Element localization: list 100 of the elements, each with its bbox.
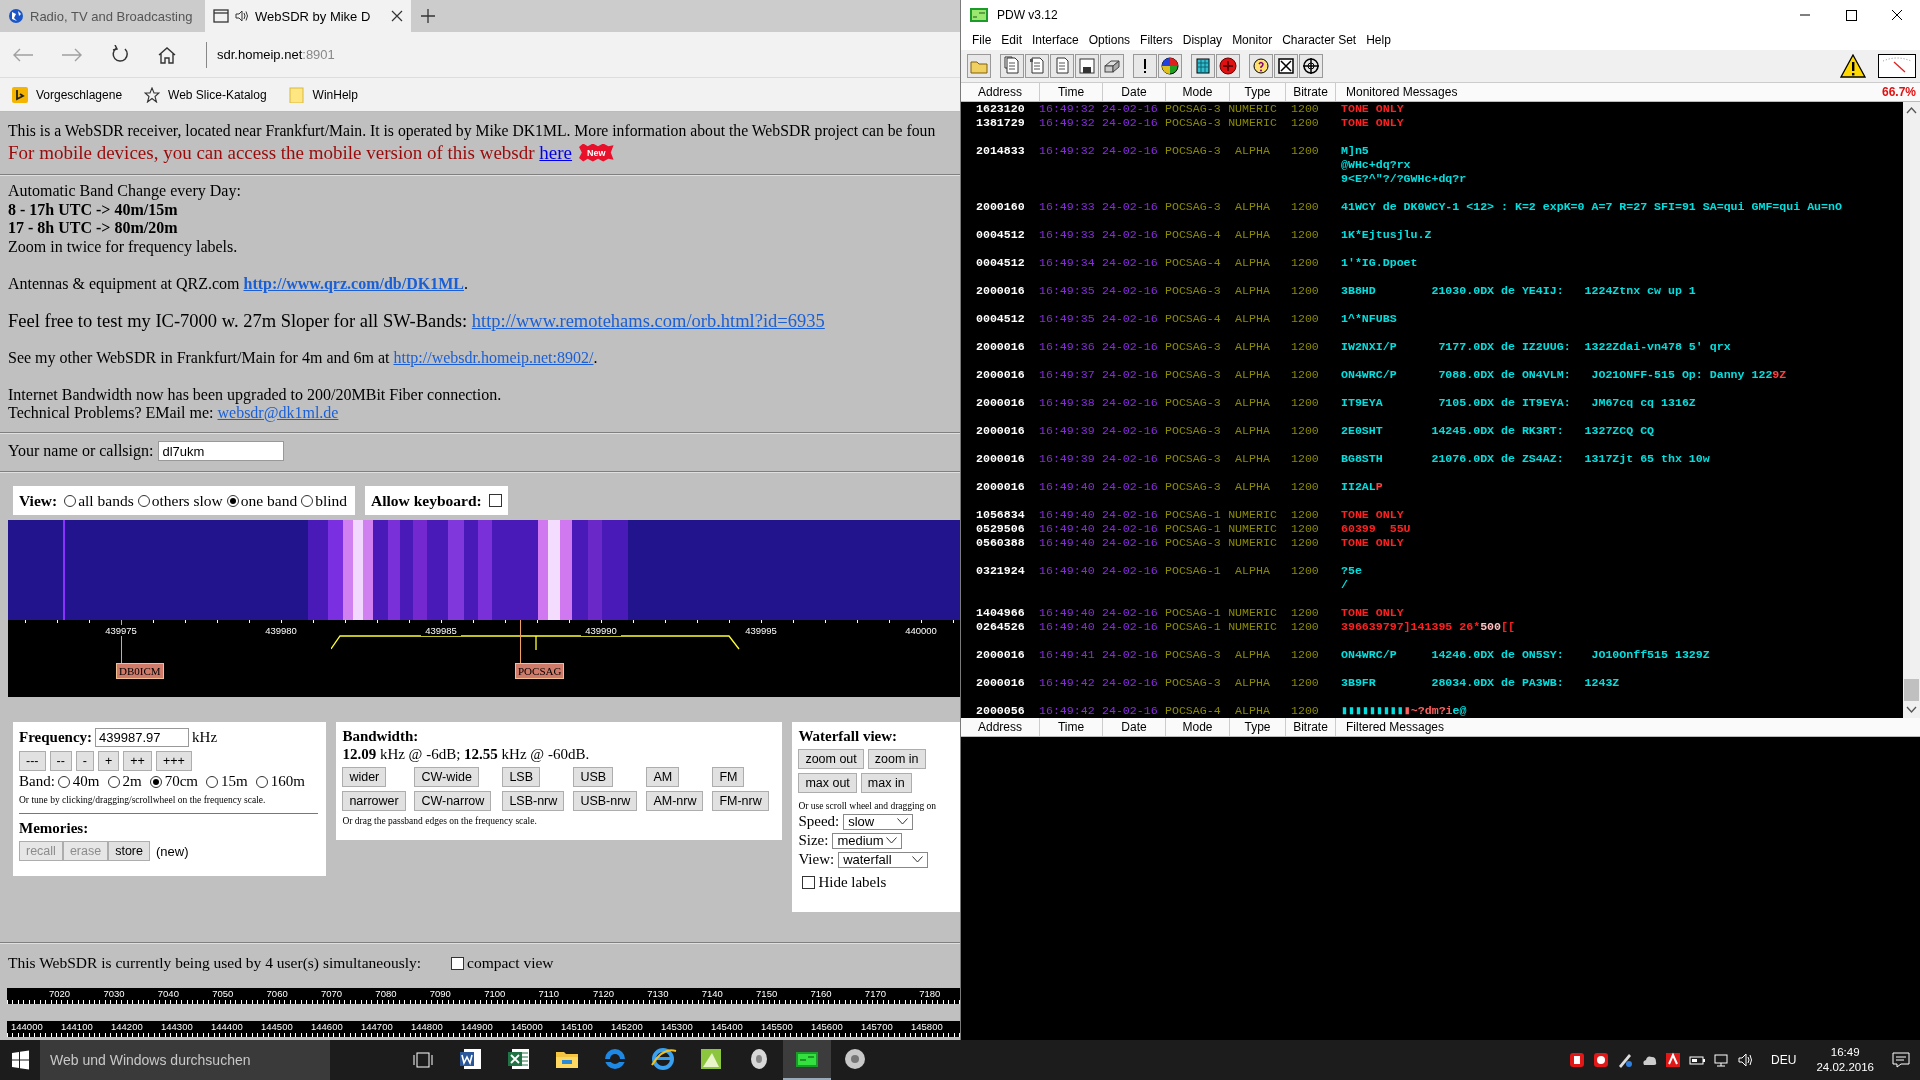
link[interactable]: here [539,141,573,163]
radio-button[interactable] [107,775,120,788]
printer-icon[interactable] [1100,54,1124,78]
mode-button[interactable]: LSB-nrw [502,791,565,811]
grid-icon[interactable] [1191,54,1215,78]
new-tab-icon[interactable] [421,9,435,23]
document-icon[interactable] [1000,54,1024,78]
column-header[interactable]: Address [961,83,1040,101]
callsign-field[interactable]: dl7ukm [158,441,285,461]
dropdown[interactable]: medium [832,832,903,849]
checkbox[interactable] [488,494,502,507]
browser-tab[interactable]: WebSDR by Mike D [205,0,411,32]
mode-button[interactable]: CW-wide [414,767,479,787]
radio-button[interactable] [255,775,268,788]
warning-icon[interactable] [1840,54,1866,78]
address-field[interactable]: sdr.homeip.net:8901 [217,43,335,66]
favorite-link[interactable]: Vorgeschlagene [12,86,123,103]
mode-button[interactable]: FM [712,767,745,787]
search-field[interactable]: Web und Windows durchsuchen [40,1040,330,1080]
passband-marker[interactable] [331,635,741,651]
menu-item[interactable]: Edit [996,31,1028,49]
menu-item[interactable]: Help [1361,31,1396,49]
shield-icon[interactable] [1665,1052,1682,1068]
exclamation-icon[interactable] [1133,54,1157,78]
home-icon[interactable] [157,45,177,64]
pen-icon[interactable] [1617,1052,1634,1068]
refresh-icon[interactable] [110,44,130,65]
mode-button[interactable]: narrower [342,791,406,811]
radio-button[interactable] [149,775,162,788]
notification-icon[interactable] [1892,1052,1910,1068]
menu-item[interactable]: Display [1177,31,1228,49]
frequency-field[interactable]: 439987.97 [95,728,190,747]
radio-button[interactable] [301,494,314,507]
column-header[interactable]: Bitrate [1286,83,1336,101]
cross-box-icon[interactable] [1274,54,1298,78]
frequency-scale[interactable]: 144000 144100 144200 144300 144400 144500 144600 144700 144800 144900 145000 145100 145200 145300 145400 145500 145600 145700 145800 [7,1021,960,1037]
language-indicator[interactable]: DEU [1771,1053,1797,1067]
scrollbar[interactable] [1903,102,1920,718]
record-icon[interactable] [1216,54,1240,78]
mode-button[interactable]: AM-nrw [646,791,704,811]
column-header[interactable]: Bitrate [1286,718,1336,736]
menu-item[interactable]: Filters [1135,31,1178,49]
document-icon[interactable] [1025,54,1049,78]
radio-button[interactable] [206,775,218,788]
step-button[interactable]: +++ [155,751,192,771]
column-header[interactable]: Time [1040,718,1103,736]
scroll-thumb[interactable] [1904,679,1919,701]
column-header[interactable]: Filtered Messages [1336,718,1920,736]
zoom-button[interactable]: max in [860,773,912,793]
shield-icon[interactable] [1569,1052,1586,1068]
help-icon[interactable] [1249,54,1273,78]
crosshair-icon[interactable] [1299,54,1323,78]
zoom-button[interactable]: zoom in [867,749,926,769]
zoom-button[interactable]: zoom out [798,749,864,769]
mode-button[interactable]: wider [342,767,387,787]
column-header[interactable]: Date [1103,718,1166,736]
checkbox[interactable] [802,876,816,889]
step-button[interactable]: -- [49,751,72,771]
step-button[interactable]: --- [19,751,46,771]
step-button[interactable]: - [75,751,94,771]
favorite-link[interactable]: WinHelp [288,86,358,103]
dropdown[interactable]: slow [843,813,914,830]
mode-button[interactable]: LSB [502,767,540,787]
column-header[interactable]: Type [1230,718,1286,736]
shield-icon[interactable] [1593,1052,1610,1068]
menu-item[interactable]: Interface [1027,31,1084,49]
network-icon[interactable] [1713,1052,1730,1068]
station-label[interactable]: POCSAG [515,663,565,679]
mode-button[interactable]: USB [573,767,614,787]
step-button[interactable]: + [98,751,120,771]
menu-item[interactable]: Character Set [1277,31,1362,49]
save-icon[interactable] [1075,54,1099,78]
zoom-button[interactable]: max out [798,773,857,793]
column-header[interactable]: Date [1103,83,1166,101]
mode-button[interactable]: USB-nrw [573,791,638,811]
pie-icon[interactable] [1158,54,1182,78]
column-header[interactable]: Mode [1166,718,1230,736]
station-label[interactable]: DB0ICM [116,663,164,679]
mode-button[interactable]: CW-narrow [414,791,492,811]
menu-item[interactable]: File [967,31,997,49]
frequency-scale[interactable]: 7020 7030 7040 7050 7060 7070 7080 7090 7100 7110 7120 7130 7140 7150 7160 7170 7180 [7,988,960,1004]
column-header[interactable]: Address [961,718,1040,736]
favorite-link[interactable]: Web Slice-Katalog [144,86,267,103]
column-header[interactable]: Mode [1166,83,1230,101]
menu-item[interactable]: Options [1083,31,1136,49]
column-header[interactable]: Time [1040,83,1103,101]
mode-button[interactable]: AM [646,767,680,787]
mode-button[interactable]: FM-nrw [712,791,769,811]
speaker-icon[interactable] [1737,1052,1754,1068]
column-header[interactable]: Monitored Messages [1336,83,1882,101]
radio-button[interactable] [226,494,239,507]
menu-item[interactable]: Monitor [1227,31,1278,49]
step-button[interactable]: ++ [123,751,152,771]
clock[interactable]: 16:49 24.02.2016 [1816,1045,1874,1075]
close-icon[interactable] [391,10,403,22]
memory-button[interactable]: store [108,841,150,861]
radio-button[interactable] [137,494,150,507]
radio-button[interactable] [64,494,77,507]
radio-button[interactable] [57,775,70,788]
column-header[interactable]: Type [1230,83,1286,101]
